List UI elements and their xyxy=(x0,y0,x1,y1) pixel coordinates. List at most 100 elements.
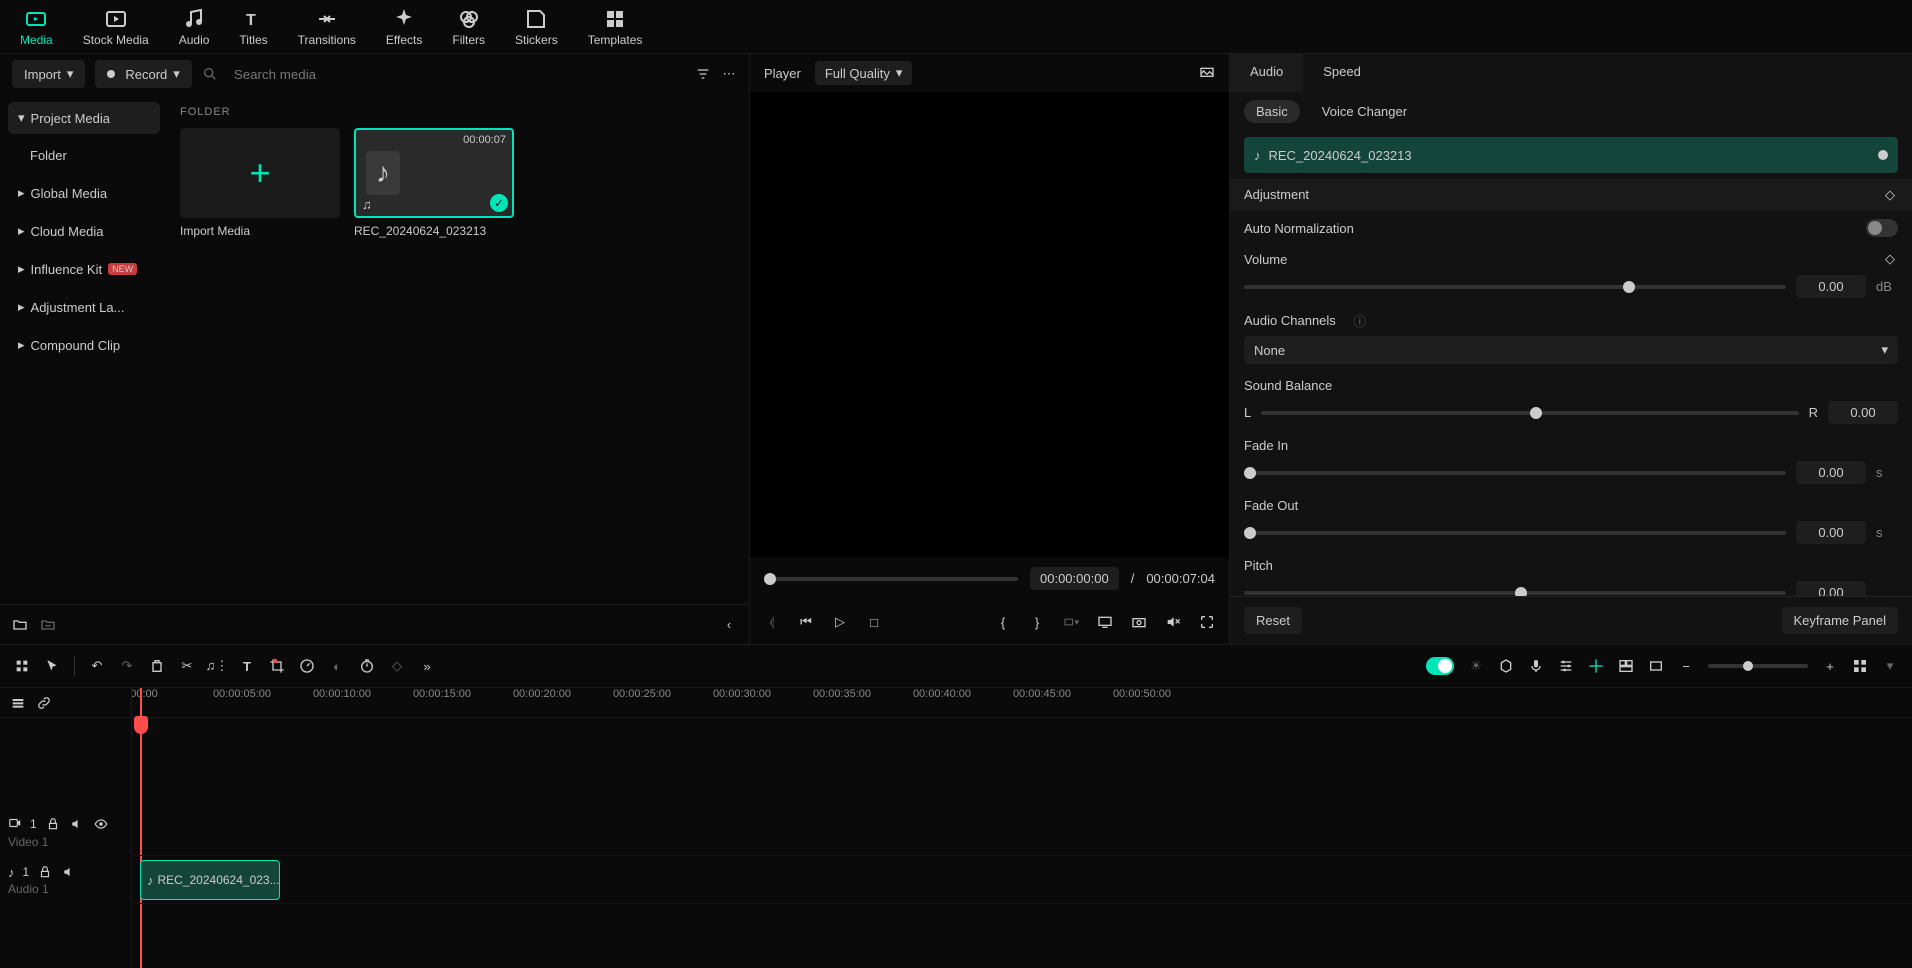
filter-icon[interactable] xyxy=(695,66,711,82)
import-media-tile[interactable]: + Import Media xyxy=(180,128,340,238)
folder-icon[interactable] xyxy=(40,617,56,633)
reset-button[interactable]: Reset xyxy=(1244,607,1302,634)
sound-balance-value[interactable]: 0.00 xyxy=(1828,401,1898,424)
fade-in-value[interactable]: 0.00 xyxy=(1796,461,1866,484)
more-icon[interactable]: ⋯ xyxy=(721,66,737,82)
undo-icon[interactable]: ↶ xyxy=(89,658,105,674)
audio-detach-icon[interactable]: ♫⋮ xyxy=(209,658,225,674)
tv-icon[interactable] xyxy=(1097,614,1113,630)
guides-icon[interactable] xyxy=(1588,658,1604,674)
play-icon[interactable]: ▷ xyxy=(832,614,848,630)
mic-icon[interactable] xyxy=(1528,658,1544,674)
sound-balance-slider[interactable] xyxy=(1261,411,1798,415)
fullscreen-icon[interactable] xyxy=(1199,614,1215,630)
quality-select[interactable]: Full Quality ▾ xyxy=(815,61,913,85)
volume-value[interactable]: 0.00 xyxy=(1796,275,1866,298)
zoom-fit-icon[interactable] xyxy=(1852,658,1868,674)
sidebar-item-global-media[interactable]: ▸Global Media xyxy=(8,177,160,209)
crop-icon[interactable]: • xyxy=(269,658,285,674)
nav-transitions[interactable]: Transitions xyxy=(298,7,356,47)
info-icon[interactable]: ⓘ xyxy=(1352,312,1368,328)
redo-icon[interactable]: ↷ xyxy=(119,658,135,674)
keyframe-icon[interactable]: ◇ xyxy=(1882,187,1898,203)
nav-effects[interactable]: Effects xyxy=(386,7,422,47)
nav-media[interactable]: Media xyxy=(20,7,53,47)
subtab-basic[interactable]: Basic xyxy=(1244,100,1300,123)
new-folder-icon[interactable] xyxy=(12,617,28,633)
keyframe-tl-icon[interactable]: ◇ xyxy=(389,658,405,674)
split-icon[interactable]: ✂ xyxy=(179,658,195,674)
import-button[interactable]: Import ▾ xyxy=(12,60,85,88)
link-icon[interactable] xyxy=(36,695,52,711)
keyframe-panel-button[interactable]: Keyframe Panel xyxy=(1782,607,1899,634)
player-progress[interactable] xyxy=(764,577,1018,581)
player-viewport[interactable] xyxy=(750,92,1229,557)
grid-icon[interactable] xyxy=(14,658,30,674)
nav-titles[interactable]: T Titles xyxy=(239,7,267,47)
tab-audio[interactable]: Audio xyxy=(1230,54,1303,92)
collapse-icon[interactable]: ‹ xyxy=(721,617,737,633)
timer-icon[interactable] xyxy=(359,658,375,674)
search-input[interactable] xyxy=(228,61,685,88)
sidebar-item-adjustment-layer[interactable]: ▸Adjustment La... xyxy=(8,291,160,323)
video-track-row[interactable] xyxy=(132,808,1912,856)
mute-icon[interactable] xyxy=(69,816,85,832)
zoom-slider[interactable] xyxy=(1708,664,1808,668)
marker-icon[interactable] xyxy=(1498,658,1514,674)
fade-out-slider[interactable] xyxy=(1244,531,1786,535)
stop-icon[interactable]: □ xyxy=(866,614,882,630)
tab-speed[interactable]: Speed xyxy=(1303,54,1381,92)
zoom-out-icon[interactable]: − xyxy=(1678,658,1694,674)
sidebar-item-influence-kit[interactable]: ▸Influence KitNEW xyxy=(8,253,160,285)
delete-icon[interactable] xyxy=(149,658,165,674)
lock-icon[interactable] xyxy=(37,864,53,880)
layout-icon[interactable] xyxy=(1618,658,1634,674)
mute-icon[interactable] xyxy=(61,864,77,880)
mixer-icon[interactable]: ☀ xyxy=(1468,658,1484,674)
audio-clip[interactable]: ♪ REC_20240624_023... xyxy=(140,860,280,900)
nav-stickers[interactable]: Stickers xyxy=(515,7,558,47)
mute-icon[interactable] xyxy=(1165,614,1181,630)
pointer-icon[interactable] xyxy=(44,658,60,674)
track-opts-icon[interactable] xyxy=(10,695,26,711)
fade-out-value[interactable]: 0.00 xyxy=(1796,521,1866,544)
speed-icon[interactable] xyxy=(299,658,315,674)
snapshot-icon[interactable] xyxy=(1131,614,1147,630)
nav-stock-media[interactable]: Stock Media xyxy=(83,7,149,47)
track-row[interactable] xyxy=(132,718,1912,808)
zoom-in-icon[interactable]: + xyxy=(1822,658,1838,674)
pitch-value[interactable]: 0.00 xyxy=(1796,581,1866,596)
mark-in-icon[interactable]: { xyxy=(995,614,1011,630)
sidebar-item-project-media[interactable]: ▾Project Media xyxy=(8,102,160,134)
render-toggle[interactable] xyxy=(1426,657,1454,675)
adjust-icon[interactable] xyxy=(1558,658,1574,674)
chevron-down-icon[interactable]: ▾ xyxy=(1882,658,1898,674)
color-icon[interactable]: ◐ xyxy=(329,658,345,674)
subtab-voice-changer[interactable]: Voice Changer xyxy=(1310,100,1419,123)
audio-track-head[interactable]: ♪ 1 Audio 1 xyxy=(0,856,131,904)
lock-icon[interactable] xyxy=(45,816,61,832)
volume-slider[interactable] xyxy=(1244,285,1786,289)
keyframe-icon[interactable]: ◇ xyxy=(1882,251,1898,267)
media-clip-tile[interactable]: 00:00:07 ♪ ♫ ✓ REC_20240624_023213 xyxy=(354,128,514,238)
display-icon[interactable] xyxy=(1199,65,1215,81)
audio-channels-select[interactable]: None ▾ xyxy=(1244,336,1898,364)
nav-templates[interactable]: Templates xyxy=(588,7,643,47)
auto-normalization-toggle[interactable] xyxy=(1866,219,1898,237)
record-button[interactable]: Record ▾ xyxy=(95,60,191,88)
text-icon[interactable]: T xyxy=(239,658,255,674)
aspect-icon[interactable] xyxy=(1648,658,1664,674)
audio-track-row[interactable]: ♪ REC_20240624_023... xyxy=(132,856,1912,904)
prev-frame-icon[interactable]: ⦉ xyxy=(764,614,780,630)
timeline-ruler[interactable]: 00:00 00:00:05:00 00:00:10:00 00:00:15:0… xyxy=(132,688,1912,718)
sidebar-item-cloud-media[interactable]: ▸Cloud Media xyxy=(8,215,160,247)
fade-in-slider[interactable] xyxy=(1244,471,1786,475)
sidebar-item-folder[interactable]: Folder xyxy=(8,140,160,171)
step-back-icon[interactable]: ⏮ xyxy=(798,614,814,630)
export-frame-icon[interactable]: ▾ xyxy=(1063,614,1079,630)
nav-audio[interactable]: Audio xyxy=(179,7,210,47)
eye-icon[interactable] xyxy=(93,816,109,832)
expand-icon[interactable]: » xyxy=(419,658,435,674)
video-track-head[interactable]: 1 Video 1 xyxy=(0,808,131,856)
sidebar-item-compound-clip[interactable]: ▸Compound Clip xyxy=(8,329,160,361)
